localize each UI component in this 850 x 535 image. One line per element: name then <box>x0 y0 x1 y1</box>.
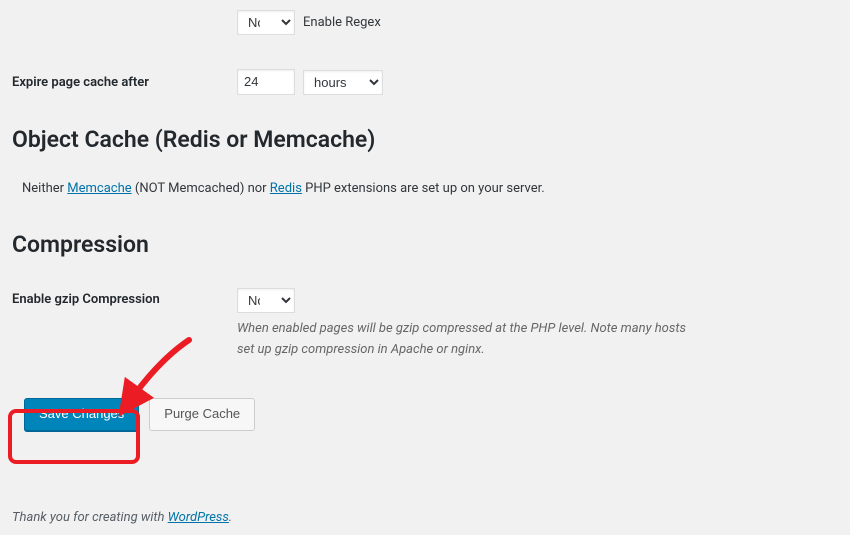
expire-value-input[interactable] <box>237 69 295 95</box>
footer-credit: Thank you for creating with WordPress. <box>12 510 232 525</box>
wordpress-link[interactable]: WordPress <box>168 510 229 525</box>
gzip-label: Enable gzip Compression <box>12 288 237 307</box>
object-cache-heading: Object Cache (Redis or Memcache) <box>12 125 838 155</box>
object-cache-notice: Neither Memcache (NOT Memcached) nor Red… <box>22 179 838 200</box>
enable-regex-field: No Enable Regex <box>237 10 381 35</box>
expire-cache-field: hours <box>237 69 383 95</box>
redis-link[interactable]: Redis <box>270 181 302 196</box>
action-buttons: Save Changes Purge Cache <box>24 398 838 430</box>
expire-cache-label: Expire page cache after <box>12 75 237 90</box>
gzip-description: When enabled pages will be gzip compress… <box>237 319 697 361</box>
gzip-select[interactable]: No <box>237 288 295 313</box>
enable-regex-select[interactable]: No <box>237 10 295 35</box>
memcache-link[interactable]: Memcache <box>67 181 131 196</box>
footer-pre: Thank you for creating with <box>12 510 168 525</box>
notice-pre: Neither <box>22 181 67 196</box>
save-changes-button[interactable]: Save Changes <box>24 398 139 430</box>
expire-cache-row: Expire page cache after hours <box>12 69 838 95</box>
footer-post: . <box>229 510 232 525</box>
notice-mid: (NOT Memcached) nor <box>132 181 270 196</box>
compression-heading: Compression <box>12 230 838 260</box>
enable-regex-label: Enable Regex <box>303 15 381 30</box>
purge-cache-button[interactable]: Purge Cache <box>149 398 255 430</box>
notice-post: PHP extensions are set up on your server… <box>302 181 545 196</box>
enable-regex-row: No Enable Regex <box>12 10 838 35</box>
gzip-field-col: No When enabled pages will be gzip compr… <box>237 288 697 361</box>
expire-unit-select[interactable]: hours <box>303 70 383 95</box>
gzip-row: Enable gzip Compression No When enabled … <box>12 288 838 361</box>
